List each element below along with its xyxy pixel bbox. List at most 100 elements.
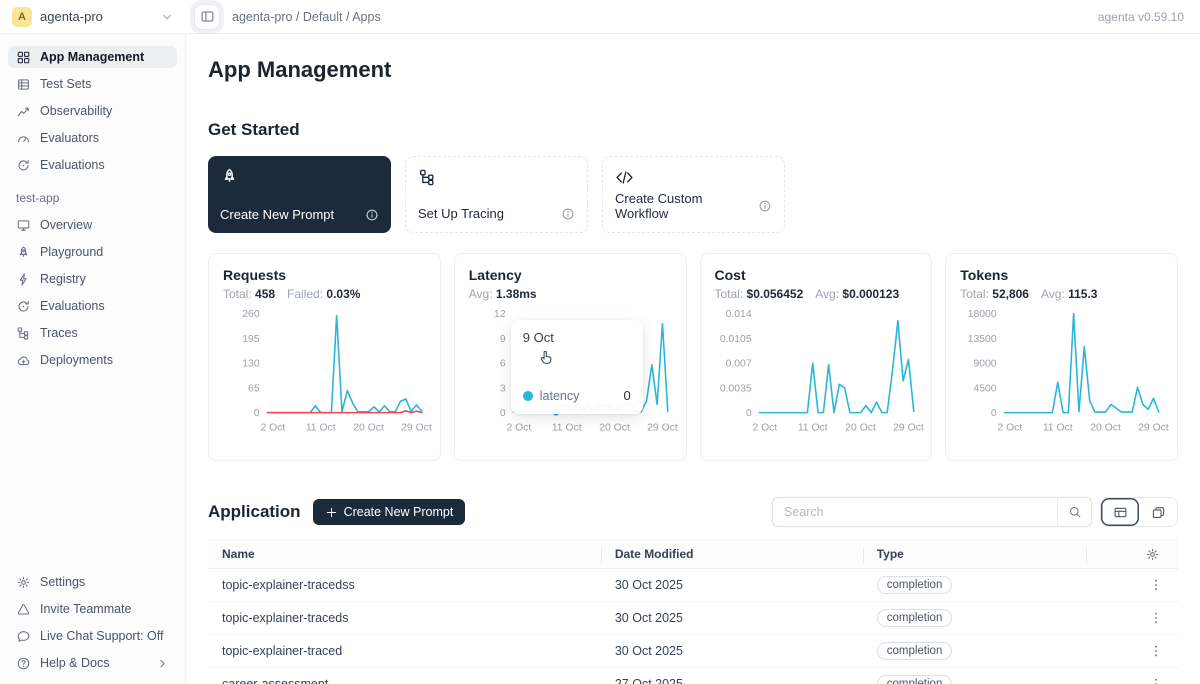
sidebar-item-observability[interactable]: Observability — [8, 100, 177, 122]
info-icon — [365, 208, 379, 222]
lightning-icon — [16, 272, 31, 287]
sidebar-item-label: Invite Teammate — [40, 602, 131, 616]
series-requests — [268, 316, 422, 413]
triangle-icon — [16, 602, 31, 617]
sidebar-item-label: Observability — [40, 104, 112, 118]
sidebar-item-deployments[interactable]: Deployments — [8, 349, 177, 371]
sidebar-item-evaluations[interactable]: Evaluations — [8, 295, 177, 317]
observability-icon — [16, 104, 31, 119]
get-started-card-create-new-prompt[interactable]: Create New Prompt — [208, 156, 391, 233]
svg-text:11 Oct: 11 Oct — [306, 422, 336, 433]
type-badge: completion — [877, 609, 953, 627]
tooltip-series-value: 0 — [624, 388, 631, 403]
help-icon — [16, 656, 31, 671]
column-header-name[interactable]: Name — [208, 540, 601, 568]
date-modified-cell: 30 Oct 2025 — [601, 578, 863, 592]
type-badge: completion — [877, 675, 953, 684]
workspace-name: agenta-pro — [40, 9, 103, 24]
sidebar-item-help-docs[interactable]: Help & Docs — [8, 652, 177, 674]
column-header-date-modified[interactable]: Date Modified — [601, 540, 863, 568]
workspace-selector[interactable]: A agenta-pro — [0, 7, 186, 27]
tooltip-series-name: latency — [540, 389, 580, 403]
app-name-cell: topic-explainer-traced — [208, 644, 601, 658]
chart-stats: Total: 52,806Avg: 115.3 — [960, 287, 1163, 301]
svg-text:29 Oct: 29 Oct — [893, 422, 924, 433]
create-new-prompt-button[interactable]: Create New Prompt — [313, 499, 466, 525]
sidebar-item-invite-teammate[interactable]: Invite Teammate — [8, 598, 177, 620]
table-view-button[interactable] — [1101, 498, 1139, 526]
chart-stats: Total: $0.056452Avg: $0.000123 — [715, 287, 918, 301]
table-header: NameDate ModifiedType — [208, 539, 1178, 569]
svg-text:195: 195 — [242, 334, 260, 345]
sidebar-item-playground[interactable]: Playground — [8, 241, 177, 263]
search-box — [772, 497, 1092, 527]
info-icon — [758, 199, 772, 213]
row-menu-button[interactable] — [1148, 577, 1164, 593]
sidebar-item-label: Live Chat Support: Off — [40, 629, 163, 643]
get-started-card-create-custom-workflow[interactable]: Create Custom Workflow — [602, 156, 785, 233]
row-menu-button[interactable] — [1148, 676, 1164, 684]
sidebar-main-group: App Management Test Sets Observability Eval… — [0, 46, 185, 176]
table-row[interactable]: topic-explainer-tracedss30 Oct 2025compl… — [208, 569, 1178, 602]
chart-card-requests: RequestsTotal: 458Failed: 0.03%065130195… — [208, 253, 441, 461]
search-input[interactable] — [773, 505, 1057, 519]
gear-icon[interactable] — [1145, 547, 1160, 562]
row-menu-button[interactable] — [1148, 610, 1164, 626]
sidebar-item-label: Overview — [40, 218, 92, 232]
column-header-type[interactable]: Type — [863, 540, 1086, 568]
panel-icon — [200, 9, 215, 24]
svg-text:0: 0 — [500, 408, 506, 419]
chart-tooltip: 9 Octlatency0 — [511, 320, 643, 414]
sidebar-item-label: App Management — [40, 50, 144, 64]
sidebar-item-live-chat-support-off[interactable]: Live Chat Support: Off — [8, 625, 177, 647]
get-started-card-label: Set Up Tracing — [418, 206, 504, 221]
get-started-card-set-up-tracing[interactable]: Set Up Tracing — [405, 156, 588, 233]
table-row[interactable]: topic-explainer-traceds30 Oct 2025comple… — [208, 602, 1178, 635]
date-modified-cell: 30 Oct 2025 — [601, 644, 863, 658]
card-view-icon — [1151, 505, 1166, 520]
sidebar-item-registry[interactable]: Registry — [8, 268, 177, 290]
chart-title: Latency — [469, 267, 672, 283]
sidebar-item-traces[interactable]: Traces — [8, 322, 177, 344]
svg-text:18000: 18000 — [968, 309, 997, 320]
traces-icon — [418, 168, 437, 187]
sidebar-item-label: Playground — [40, 245, 103, 259]
evaluators-icon — [16, 131, 31, 146]
sidebar-app-group: Overview Playground Registry Evaluations Tra… — [0, 214, 185, 371]
date-modified-cell: 30 Oct 2025 — [601, 611, 863, 625]
sidebar-item-label: Evaluations — [40, 299, 105, 313]
chat-icon — [16, 629, 31, 644]
table-row[interactable]: topic-explainer-traced30 Oct 2025complet… — [208, 635, 1178, 668]
sidebar-item-test-sets[interactable]: Test Sets — [8, 73, 177, 95]
workspace-avatar: A — [12, 7, 32, 27]
card-view-button[interactable] — [1139, 498, 1177, 526]
svg-text:0.0105: 0.0105 — [719, 334, 751, 345]
chart-plot-cost: 00.00350.0070.01050.0142 Oct11 Oct20 Oct… — [715, 307, 918, 449]
sidebar-section-label: test-app — [0, 176, 185, 214]
chevron-down-icon — [160, 10, 174, 24]
sidebar-item-overview[interactable]: Overview — [8, 214, 177, 236]
evaluations-icon — [16, 299, 31, 314]
series-tokens — [1005, 314, 1159, 413]
chart-stats: Avg: 1.38ms — [469, 287, 672, 301]
svg-text:20 Oct: 20 Oct — [599, 422, 630, 433]
svg-text:20 Oct: 20 Oct — [1091, 422, 1122, 433]
app-name-cell: career-assessment — [208, 677, 601, 684]
topbar: A agenta-pro agenta-pro / Default / Apps… — [0, 0, 1200, 34]
svg-text:29 Oct: 29 Oct — [401, 422, 432, 433]
sidebar-item-evaluations[interactable]: Evaluations — [8, 154, 177, 176]
row-menu-button[interactable] — [1148, 643, 1164, 659]
sidebar-item-evaluators[interactable]: Evaluators — [8, 127, 177, 149]
main-content: App Management Get Started Create New Pr… — [186, 34, 1200, 684]
svg-text:9000: 9000 — [974, 359, 997, 370]
search-button[interactable] — [1057, 498, 1091, 526]
column-header-settings — [1086, 540, 1178, 568]
sidebar-item-app-management[interactable]: App Management — [8, 46, 177, 68]
traces-icon — [16, 326, 31, 341]
svg-text:0: 0 — [745, 408, 751, 419]
sidebar-toggle-button[interactable] — [194, 4, 220, 30]
table-row[interactable]: career-assessment27 Oct 2025completion — [208, 668, 1178, 684]
svg-text:260: 260 — [242, 309, 260, 320]
svg-text:2 Oct: 2 Oct — [260, 422, 285, 433]
sidebar-item-settings[interactable]: Settings — [8, 571, 177, 593]
